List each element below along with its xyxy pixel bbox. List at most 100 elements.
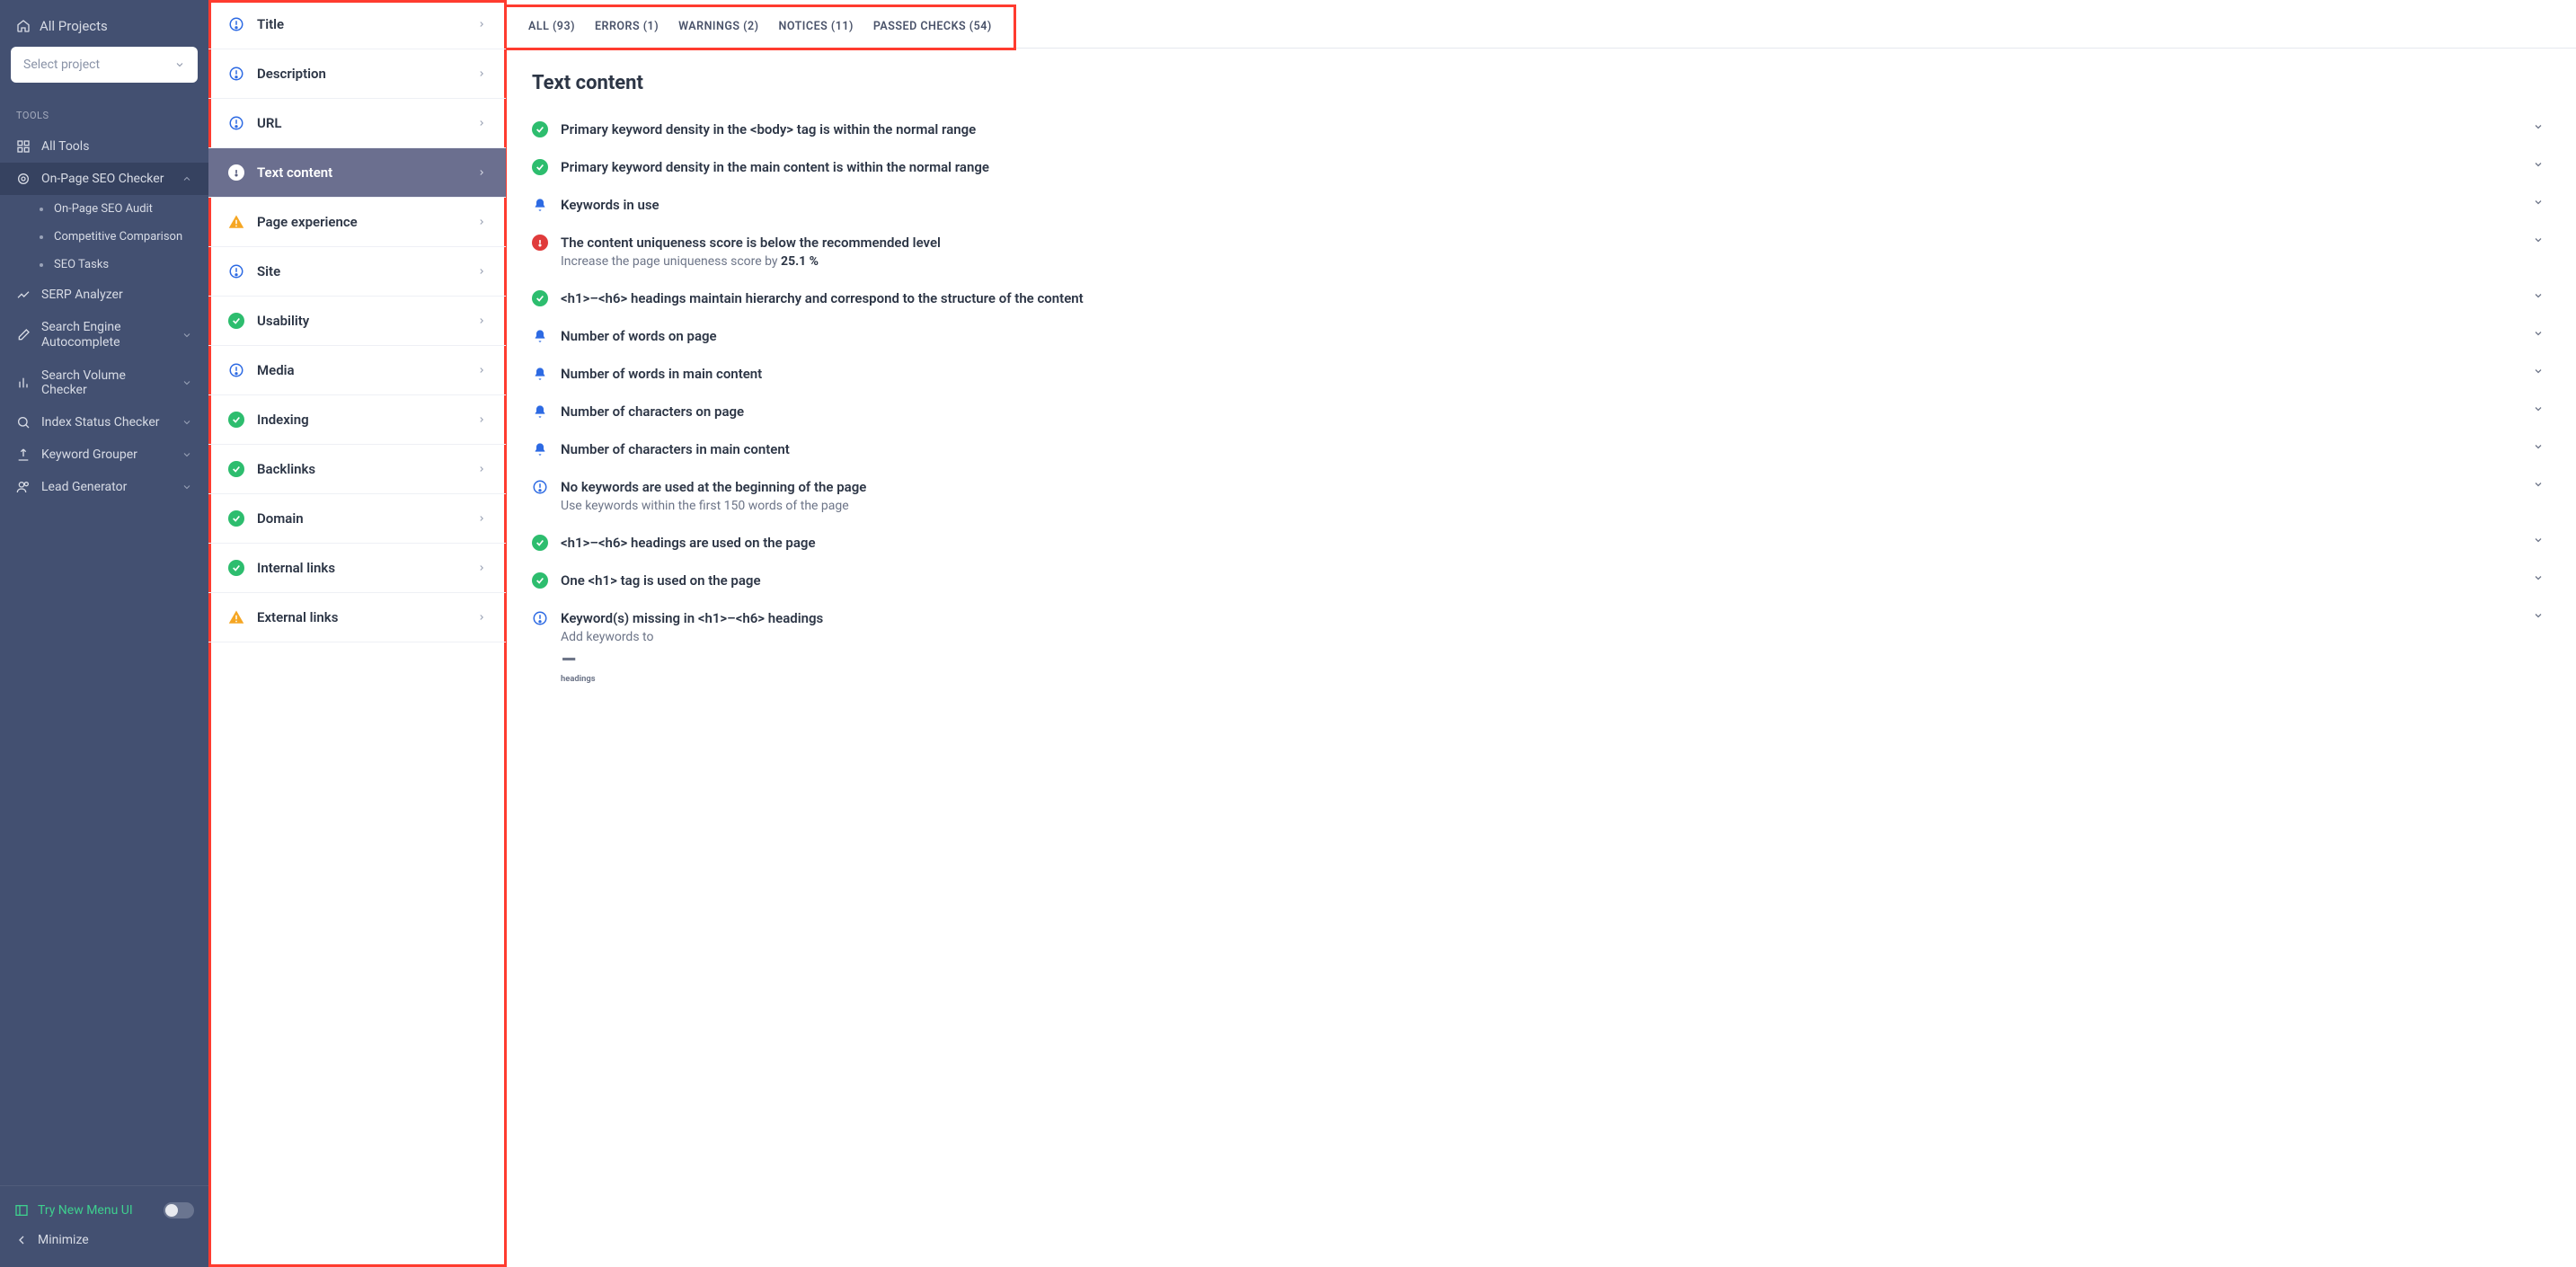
nav-onpage-audit[interactable]: On-Page SEO Audit <box>23 195 208 223</box>
check-row[interactable]: One <h1> tag is used on the page <box>532 562 2551 599</box>
chevron-right-icon <box>477 415 486 424</box>
filter-tab[interactable]: WARNINGS (2) <box>678 20 758 33</box>
chevron-down-icon[interactable] <box>2533 121 2551 132</box>
chevron-right-icon <box>477 217 486 226</box>
chevron-down-icon[interactable] <box>2533 159 2551 170</box>
filter-tab[interactable]: NOTICES (11) <box>779 20 854 33</box>
category-internal-links[interactable]: Internal links <box>208 544 506 593</box>
nav-label: Index Status Checker <box>41 415 159 430</box>
chevron-right-icon <box>477 316 486 325</box>
info-icon <box>228 263 244 279</box>
chevron-down-icon[interactable] <box>2533 235 2551 245</box>
nav-autocomplete[interactable]: Search Engine Autocomplete <box>0 311 208 359</box>
chevron-down-icon[interactable] <box>2533 197 2551 208</box>
chevron-down-icon[interactable] <box>2533 441 2551 452</box>
check-body: Primary keyword density in the main cont… <box>561 159 2520 175</box>
check-title: Primary keyword density in the main cont… <box>561 159 2520 175</box>
check-row[interactable]: Primary keyword density in the main cont… <box>532 148 2551 186</box>
check-row[interactable]: No keywords are used at the beginning of… <box>532 468 2551 524</box>
chevron-down-icon[interactable] <box>2533 572 2551 583</box>
check-subtitle: Increase the page uniqueness score by 25… <box>561 254 2520 269</box>
all-projects-link[interactable]: All Projects <box>11 11 198 47</box>
check-row[interactable]: Keywords in use <box>532 186 2551 224</box>
nav-volume-checker[interactable]: Search Volume Checker <box>0 359 208 406</box>
filter-tab[interactable]: ALL (93) <box>528 20 575 33</box>
check-icon <box>228 560 244 576</box>
check-row[interactable]: Keyword(s) missing in <h1>–<h6> headings… <box>532 599 2551 695</box>
bell-icon <box>532 197 548 213</box>
chevron-down-icon[interactable] <box>2533 366 2551 377</box>
chart-icon <box>16 288 31 302</box>
chevron-down-icon[interactable] <box>2533 479 2551 490</box>
chevron-down-icon[interactable] <box>2533 290 2551 301</box>
chevron-down-icon[interactable] <box>2533 535 2551 545</box>
bell-icon <box>532 366 548 382</box>
search-icon <box>16 415 31 430</box>
error-icon <box>532 235 548 251</box>
filter-tab[interactable]: ERRORS (1) <box>595 20 659 33</box>
dot-icon <box>40 235 43 239</box>
chevron-right-icon <box>477 168 486 177</box>
nav-keyword-grouper[interactable]: Keyword Grouper <box>0 439 208 471</box>
category-title[interactable]: Title <box>208 0 506 49</box>
category-domain[interactable]: Domain <box>208 494 506 544</box>
chevron-right-icon <box>477 366 486 375</box>
check-body: Number of characters in main content <box>561 441 2520 457</box>
category-site[interactable]: Site <box>208 247 506 297</box>
filter-tab[interactable]: PASSED CHECKS (54) <box>873 20 992 33</box>
nav-label: Search Volume Checker <box>41 368 171 397</box>
category-indexing[interactable]: Indexing <box>208 395 506 445</box>
chevron-down-icon[interactable] <box>2533 610 2551 621</box>
category-label: Usability <box>257 313 309 329</box>
check-row[interactable]: Number of words on page <box>532 317 2551 355</box>
nav-index-checker[interactable]: Index Status Checker <box>0 406 208 439</box>
minimize-button[interactable]: Minimize <box>14 1226 194 1254</box>
category-page-experience[interactable]: Page experience <box>208 198 506 247</box>
category-usability[interactable]: Usability <box>208 297 506 346</box>
check-icon <box>532 159 548 175</box>
category-label: URL <box>257 115 282 131</box>
check-row[interactable]: Number of words in main content <box>532 355 2551 393</box>
nav-label: SERP Analyzer <box>41 288 123 302</box>
chevron-right-icon <box>477 69 486 78</box>
project-select[interactable]: Select project <box>11 47 198 83</box>
check-row[interactable]: <h1>–<h6> headings maintain hierarchy an… <box>532 279 2551 317</box>
check-row[interactable]: Number of characters in main content <box>532 430 2551 468</box>
chevron-down-icon[interactable] <box>2533 403 2551 414</box>
chevron-down-icon <box>181 377 192 388</box>
nav-seo-tasks[interactable]: SEO Tasks <box>23 251 208 279</box>
category-media[interactable]: Media <box>208 346 506 395</box>
category-label: Internal links <box>257 560 335 576</box>
toggle-switch[interactable] <box>164 1202 194 1218</box>
check-row[interactable]: The content uniqueness score is below th… <box>532 224 2551 279</box>
check-title: The content uniqueness score is below th… <box>561 235 2520 251</box>
category-backlinks[interactable]: Backlinks <box>208 445 506 494</box>
category-url[interactable]: URL <box>208 99 506 148</box>
nav-onpage-seo-checker[interactable]: On-Page SEO Checker <box>0 163 208 195</box>
check-icon <box>532 572 548 589</box>
nav-onpage-sub: On-Page SEO Audit Competitive Comparison… <box>0 195 208 279</box>
try-new-menu[interactable]: Try New Menu UI <box>14 1195 194 1226</box>
check-body: Number of words in main content <box>561 366 2520 382</box>
category-text-content[interactable]: Text content <box>208 148 506 198</box>
category-label: Media <box>257 362 295 378</box>
nav-label: On-Page SEO Checker <box>41 172 164 186</box>
check-icon <box>228 461 244 477</box>
chevron-right-icon <box>477 20 486 29</box>
category-description[interactable]: Description <box>208 49 506 99</box>
bell-icon <box>532 328 548 344</box>
category-label: Backlinks <box>257 461 315 477</box>
category-external-links[interactable]: External links <box>208 593 506 642</box>
check-row[interactable]: Primary keyword density in the <body> ta… <box>532 111 2551 148</box>
nav-serp-analyzer[interactable]: SERP Analyzer <box>0 279 208 311</box>
nav-competitive-comparison[interactable]: Competitive Comparison <box>23 223 208 251</box>
nav-label: SEO Tasks <box>54 258 109 271</box>
check-row[interactable]: <h1>–<h6> headings are used on the page <box>532 524 2551 562</box>
chevron-down-icon[interactable] <box>2533 328 2551 339</box>
nav-all-tools[interactable]: All Tools <box>0 130 208 163</box>
check-row[interactable]: Number of characters on page <box>532 393 2551 430</box>
arrow-left-icon <box>14 1233 29 1247</box>
nav-lead-generator[interactable]: Lead Generator <box>0 471 208 503</box>
info-icon <box>228 362 244 378</box>
info-icon <box>532 610 548 626</box>
